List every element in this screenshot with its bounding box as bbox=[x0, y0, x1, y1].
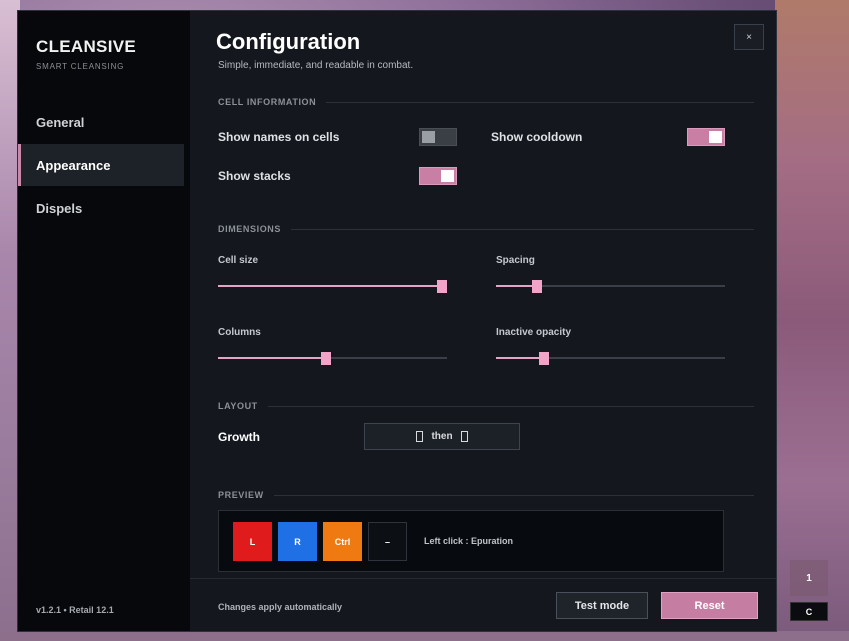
cell-size-label: Cell size bbox=[218, 255, 259, 266]
sidebar-item-appearance[interactable]: Appearance bbox=[18, 144, 184, 186]
toggle-knob bbox=[441, 170, 454, 182]
slider-thumb[interactable] bbox=[320, 352, 331, 365]
game-background-bottom bbox=[0, 631, 849, 641]
cell-label: R bbox=[294, 536, 301, 547]
page-subtitle: Simple, immediate, and readable in comba… bbox=[218, 60, 414, 71]
sidebar-item-label: General bbox=[36, 114, 85, 130]
sidebar-item-general[interactable]: General bbox=[18, 101, 184, 143]
slider-fill bbox=[496, 285, 538, 287]
slider-fill bbox=[218, 285, 443, 287]
show-names-label: Show names on cells bbox=[218, 130, 340, 144]
reset-label: Reset bbox=[694, 599, 725, 612]
section-divider bbox=[291, 228, 754, 230]
sidebar-item-label: Dispels bbox=[36, 200, 83, 216]
preview-cell-right[interactable]: R bbox=[278, 522, 317, 561]
section-layout: LAYOUT bbox=[218, 401, 754, 411]
direction-glyph-icon bbox=[416, 431, 424, 442]
spacing-label: Spacing bbox=[496, 255, 535, 266]
cell-label: Ctrl bbox=[334, 536, 351, 547]
test-mode-button[interactable]: Test mode bbox=[556, 592, 648, 619]
show-stacks-label: Show stacks bbox=[218, 169, 291, 183]
slider-thumb[interactable] bbox=[437, 280, 448, 293]
brand-tagline: SMART CLEANSING bbox=[36, 62, 125, 71]
preview-panel: L R Ctrl – Left click : Epuration bbox=[218, 510, 724, 572]
sidebar-item-dispels[interactable]: Dispels bbox=[18, 187, 184, 229]
inactive-opacity-slider[interactable] bbox=[496, 352, 725, 365]
page-title: Configuration bbox=[216, 29, 361, 54]
section-title: DIMENSIONS bbox=[218, 224, 282, 234]
inactive-opacity-label: Inactive opacity bbox=[496, 327, 572, 338]
footer-divider bbox=[190, 578, 776, 579]
columns-slider[interactable] bbox=[218, 352, 447, 365]
preview-hint-text: Left click : Epuration bbox=[424, 536, 514, 546]
section-dimensions: DIMENSIONS bbox=[218, 224, 754, 234]
slider-fill bbox=[496, 357, 545, 359]
section-cell-information: CELL INFORMATION bbox=[218, 97, 754, 107]
section-preview: PREVIEW bbox=[218, 490, 754, 500]
sidebar: CLEANSIVE SMART CLEANSING General Appear… bbox=[18, 11, 190, 631]
show-cooldown-toggle[interactable] bbox=[687, 128, 725, 146]
growth-direction-button[interactable]: then bbox=[364, 423, 520, 450]
cell-size-slider[interactable] bbox=[218, 280, 448, 293]
cell-label: L bbox=[249, 536, 256, 547]
show-cooldown-label: Show cooldown bbox=[491, 130, 583, 144]
section-divider bbox=[273, 494, 754, 496]
main-panel: Configuration Simple, immediate, and rea… bbox=[190, 11, 776, 631]
columns-label: Columns bbox=[218, 327, 261, 338]
toggle-knob bbox=[709, 131, 722, 143]
growth-value: then bbox=[431, 431, 453, 442]
version-text: v1.2.1 • Retail 12.1 bbox=[36, 605, 114, 615]
reset-button[interactable]: Reset bbox=[661, 592, 758, 619]
section-title: LAYOUT bbox=[218, 401, 258, 411]
close-icon: × bbox=[746, 31, 752, 43]
section-divider bbox=[326, 101, 754, 103]
keybind-slot[interactable]: C bbox=[790, 602, 828, 621]
growth-label: Growth bbox=[218, 430, 260, 444]
close-button[interactable]: × bbox=[734, 24, 764, 50]
preview-cell-left[interactable]: L bbox=[233, 522, 272, 561]
cell-label: – bbox=[384, 536, 390, 547]
direction-glyph-icon bbox=[460, 431, 468, 442]
game-background-right bbox=[775, 0, 849, 641]
config-window: CLEANSIVE SMART CLEANSING General Appear… bbox=[17, 10, 777, 632]
action-slot-badge[interactable]: 1 bbox=[790, 560, 828, 596]
section-divider bbox=[267, 405, 754, 407]
slider-fill bbox=[218, 357, 326, 359]
show-names-toggle[interactable] bbox=[419, 128, 457, 146]
preview-cell-empty[interactable]: – bbox=[368, 522, 407, 561]
brand-name: CLEANSIVE bbox=[36, 37, 136, 56]
toggle-knob bbox=[422, 131, 435, 143]
slider-thumb[interactable] bbox=[532, 280, 543, 293]
footer-note: Changes apply automatically bbox=[218, 602, 343, 612]
slider-thumb[interactable] bbox=[539, 352, 550, 365]
show-stacks-toggle[interactable] bbox=[419, 167, 457, 185]
sidebar-item-label: Appearance bbox=[36, 157, 111, 173]
section-title: PREVIEW bbox=[218, 490, 264, 500]
section-title: CELL INFORMATION bbox=[218, 97, 317, 107]
preview-cell-ctrl[interactable]: Ctrl bbox=[323, 522, 362, 561]
test-mode-label: Test mode bbox=[574, 599, 630, 612]
spacing-slider[interactable] bbox=[496, 280, 725, 293]
